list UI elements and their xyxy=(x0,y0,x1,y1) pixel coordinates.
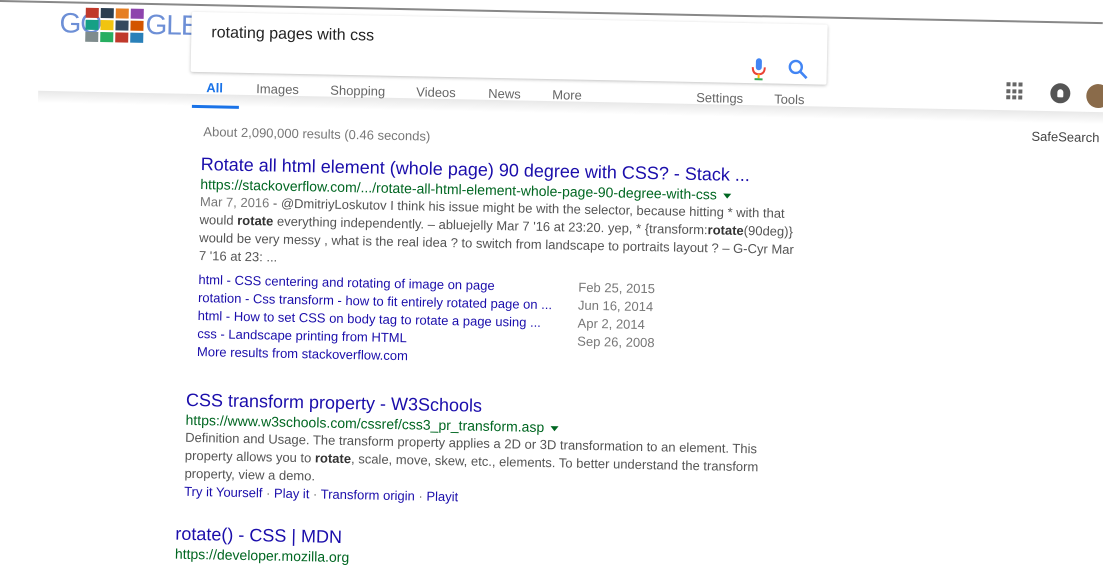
mic-icon[interactable] xyxy=(751,57,767,81)
snippet-text: property, view a demo. xyxy=(184,465,316,484)
search-result: rotate() - CSS | MDN https://developer.m… xyxy=(175,524,776,574)
tab-news[interactable]: News xyxy=(488,86,521,102)
snippet-bold: rotate xyxy=(237,212,274,229)
tools-link[interactable]: Tools xyxy=(774,92,805,108)
sitelink-date: Apr 2, 2014 xyxy=(577,315,645,333)
tab-shopping[interactable]: Shopping xyxy=(330,83,385,99)
sitelinks: html - CSS centering and rotating of ima… xyxy=(197,271,799,373)
deep-link[interactable]: Play it xyxy=(274,486,310,502)
active-tab-indicator xyxy=(191,104,239,109)
google-doodle-logo[interactable]: GO GLE xyxy=(59,7,199,43)
search-results-page: GO GLE rotating pages with css All Image… xyxy=(0,0,1103,579)
snippet-text: would xyxy=(199,212,238,228)
safesearch-link[interactable]: SafeSearch xyxy=(1031,129,1099,145)
tab-all[interactable]: All xyxy=(206,80,223,95)
caret-down-icon[interactable] xyxy=(722,193,731,199)
sitelink-date: Jun 16, 2014 xyxy=(577,297,654,315)
tab-more[interactable]: More xyxy=(552,87,582,103)
deep-link[interactable]: Try it Yourself xyxy=(184,484,263,501)
result-date: Mar 7, 2016 xyxy=(199,194,270,211)
result-snippet: Mar 7, 2016 - @DmitriyLoskutov I think h… xyxy=(199,193,800,277)
deep-link[interactable]: Playit xyxy=(426,489,458,505)
snippet-bold: rotate xyxy=(314,450,352,467)
avatar[interactable] xyxy=(1086,83,1103,109)
caret-down-icon[interactable] xyxy=(550,425,559,432)
notifications-icon[interactable] xyxy=(1050,83,1071,104)
tab-videos[interactable]: Videos xyxy=(416,84,456,100)
settings-link[interactable]: Settings xyxy=(696,90,743,106)
apps-grid-icon[interactable] xyxy=(1006,82,1024,100)
search-result: Rotate all html element (whole page) 90 … xyxy=(197,154,801,373)
search-box[interactable]: rotating pages with css xyxy=(190,11,828,85)
sitelink-date: Sep 26, 2008 xyxy=(577,333,655,351)
snippet-text: (90deg)} xyxy=(743,222,794,239)
sitelinks-dates: Feb 25, 2015 Jun 16, 2014 Apr 2, 2014 Se… xyxy=(577,279,699,371)
search-result: CSS transform property - W3Schools https… xyxy=(184,390,786,511)
snippet-text: 7 '16 at 23: ... xyxy=(198,248,278,265)
snippet-text: property allows you to xyxy=(184,447,316,466)
search-input[interactable]: rotating pages with css xyxy=(211,24,374,45)
tab-images[interactable]: Images xyxy=(256,81,299,97)
deep-link[interactable]: Transform origin xyxy=(321,487,415,504)
search-icon[interactable] xyxy=(787,58,809,80)
sitelink-date: Feb 25, 2015 xyxy=(578,279,656,297)
snippet-bold: rotate xyxy=(707,222,744,238)
doodle-image xyxy=(85,7,144,43)
sitelinks-titles: html - CSS centering and rotating of ima… xyxy=(197,271,579,369)
result-stats: About 2,090,000 results (0.46 seconds) xyxy=(203,124,431,144)
